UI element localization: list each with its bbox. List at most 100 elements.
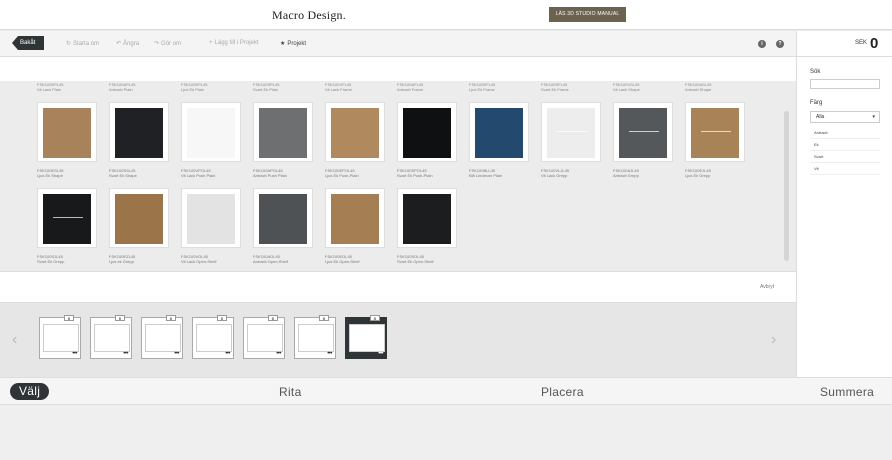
product-caption: FSK100BLL45 Blå Linoleum Plain <box>469 168 503 178</box>
more-options-icon[interactable]: ••• <box>327 351 332 357</box>
product-preview <box>298 324 334 352</box>
product-tile[interactable]: FSK100VOL45 Vit Lack Open-Shelf <box>181 188 241 264</box>
product-caption: FSK100EPL45 Ljus Ek Plain <box>181 82 208 92</box>
redo-button[interactable]: ↷ Gör om <box>154 40 181 47</box>
color-select[interactable]: Alla ▾ <box>810 111 880 123</box>
macro-design-logo[interactable]: Macro Design. <box>272 8 346 23</box>
more-options-icon[interactable]: ••• <box>225 351 230 357</box>
info-icon[interactable]: i <box>758 40 766 48</box>
product-caption: FSK100EJL45 Ljus Ek Grepp <box>685 168 711 178</box>
selected-product-card[interactable]: B ••• <box>345 315 387 359</box>
cabinet-front-image <box>691 108 739 158</box>
product-tile[interactable]: FSK100SOL45 Svart Ek Open-Shelf <box>397 188 457 264</box>
product-tile[interactable]: FSK100AOL45 Antracit Open-Shelf <box>253 188 313 264</box>
product-caption: FSK100VPOL45 Vit Lack Push Plain <box>181 168 216 178</box>
search-input[interactable] <box>810 79 880 89</box>
selected-product-card[interactable]: B ••• <box>243 315 285 359</box>
product-tile[interactable]: FSK100VLJL45 Vit Lack Grepp <box>541 102 601 178</box>
product-thumbnail <box>37 102 97 162</box>
start-over-button[interactable]: ↻ Starta om <box>66 40 99 47</box>
product-preview <box>94 324 130 352</box>
edit-icon[interactable]: B <box>370 315 380 321</box>
product-tile[interactable]: FSK100SPOL45 Svart Ek Push-Plain <box>397 102 457 178</box>
cabinet-front-image <box>331 108 379 158</box>
app-header: Macro Design. LÄS 3D STUDIO MANUAL <box>0 0 892 30</box>
cabinet-front-image <box>475 108 523 158</box>
back-button[interactable]: Bakåt <box>12 36 44 50</box>
scrollbar[interactable] <box>784 111 789 261</box>
help-icon[interactable]: ? <box>776 40 784 48</box>
footer <box>0 405 892 460</box>
more-options-icon[interactable]: ••• <box>378 351 383 357</box>
product-tile[interactable]: FSK100BLL45 Blå Linoleum Plain <box>469 102 529 178</box>
product-caption: FSK100VFL45 Vit Lack Frame <box>325 82 352 92</box>
project-button[interactable]: ★ Projekt <box>280 40 306 47</box>
step-summera[interactable]: Summera <box>820 385 874 399</box>
color-option[interactable]: Vit <box>810 163 880 175</box>
product-tile[interactable]: FSK100EPOL45 Ljus Ek Push-Plain <box>325 102 385 178</box>
product-tile[interactable]: FSK100SSL45 Svart Ek Shape <box>109 102 169 178</box>
handle-line <box>53 217 83 218</box>
product-caption: FSK100APL45 Antracit Plain <box>109 82 136 92</box>
product-tile[interactable]: FSK100APOL45 Antracit Push Plain <box>253 102 313 178</box>
product-tile[interactable]: FSK100EJL45 Ljus Ek Grepp <box>685 102 745 178</box>
product-caption: FSK100EOL45 Ljus Ek Open-Shelf <box>325 254 360 264</box>
product-thumbnail <box>325 188 385 248</box>
product-tile[interactable]: FSK100VPOL45 Vit Lack Push Plain <box>181 102 241 178</box>
product-tile[interactable]: FSK100ESL45 Ljus Ek Shape <box>37 102 97 178</box>
product-caption: FSK100SOL45 Svart Ek Open-Shelf <box>397 254 434 264</box>
product-caption: FSK100SFL45 Svart Ek Frame <box>541 82 569 92</box>
product-thumbnail <box>397 102 457 162</box>
edit-icon[interactable]: B <box>268 315 278 321</box>
step-navigation: Välj Rita Placera Summera <box>0 377 892 405</box>
selected-product-card[interactable]: B ••• <box>90 315 132 359</box>
product-thumbnail <box>181 102 241 162</box>
product-tile[interactable]: FSK100AJL45 Antracit Grepp <box>613 102 673 178</box>
edit-icon[interactable]: B <box>115 315 125 321</box>
product-thumbnail <box>325 102 385 162</box>
add-to-project-button[interactable]: + Lägg till i Projekt <box>209 40 259 46</box>
product-tile[interactable]: FSK100EOL45 Ljus Ek Open-Shelf <box>325 188 385 264</box>
product-caption: FSK100SJL45 Svart Ek Grepp <box>37 254 65 264</box>
color-option[interactable]: Svart <box>810 151 880 163</box>
cabinet-front-image <box>619 108 667 158</box>
selected-product-card[interactable]: B ••• <box>39 315 81 359</box>
toolbar: Bakåt ↻ Starta om ↶ Ångra ↷ Gör om + Lägg ti… <box>0 31 796 57</box>
more-options-icon[interactable]: ••• <box>123 351 128 357</box>
more-options-icon[interactable]: ••• <box>72 351 77 357</box>
product-preview <box>145 324 181 352</box>
cabinet-front-image <box>259 108 307 158</box>
color-label: Färg <box>810 100 823 106</box>
edit-icon[interactable]: B <box>217 315 227 321</box>
color-select-value: Alla <box>816 114 825 120</box>
start-over-label: Starta om <box>73 41 100 47</box>
product-preview <box>196 324 232 352</box>
product-tile[interactable]: FSK100EZL45 Ljus ek Grepp <box>109 188 169 264</box>
product-caption: FSK100SPOL45 Svart Ek Push-Plain <box>397 168 433 178</box>
selected-product-card[interactable]: B ••• <box>141 315 183 359</box>
step-rita[interactable]: Rita <box>279 385 302 399</box>
edit-icon[interactable]: B <box>64 315 74 321</box>
step-placera[interactable]: Placera <box>541 385 584 399</box>
product-thumbnail <box>469 102 529 162</box>
color-option[interactable]: Ek <box>810 139 880 151</box>
chevron-left-icon[interactable]: ‹ <box>12 331 17 349</box>
color-option[interactable]: Antracit <box>810 127 880 139</box>
studio-manual-button[interactable]: LÄS 3D STUDIO MANUAL <box>549 7 626 22</box>
chevron-right-icon[interactable]: › <box>771 331 776 349</box>
product-caption: FSK100SPL45 Svart Ek Plain <box>253 82 280 92</box>
undo-button[interactable]: ↶ Ångra <box>116 40 139 47</box>
more-options-icon[interactable]: ••• <box>174 351 179 357</box>
edit-icon[interactable]: B <box>166 315 176 321</box>
selected-product-card[interactable]: B ••• <box>192 315 234 359</box>
step-valj[interactable]: Välj <box>10 383 50 400</box>
product-thumbnail <box>613 102 673 162</box>
product-caption: FSK100APOL45 Antracit Push Plain <box>253 168 287 178</box>
edit-icon[interactable]: B <box>319 315 329 321</box>
more-options-icon[interactable]: ••• <box>276 351 281 357</box>
selected-product-card[interactable]: B ••• <box>294 315 336 359</box>
cancel-button[interactable]: Avbryt <box>760 284 774 290</box>
product-tile[interactable]: FSK100SJL45 Svart Ek Grepp <box>37 188 97 264</box>
handle-line <box>629 131 659 132</box>
product-caption: FSK100AJL45 Antracit Grepp <box>613 168 639 178</box>
